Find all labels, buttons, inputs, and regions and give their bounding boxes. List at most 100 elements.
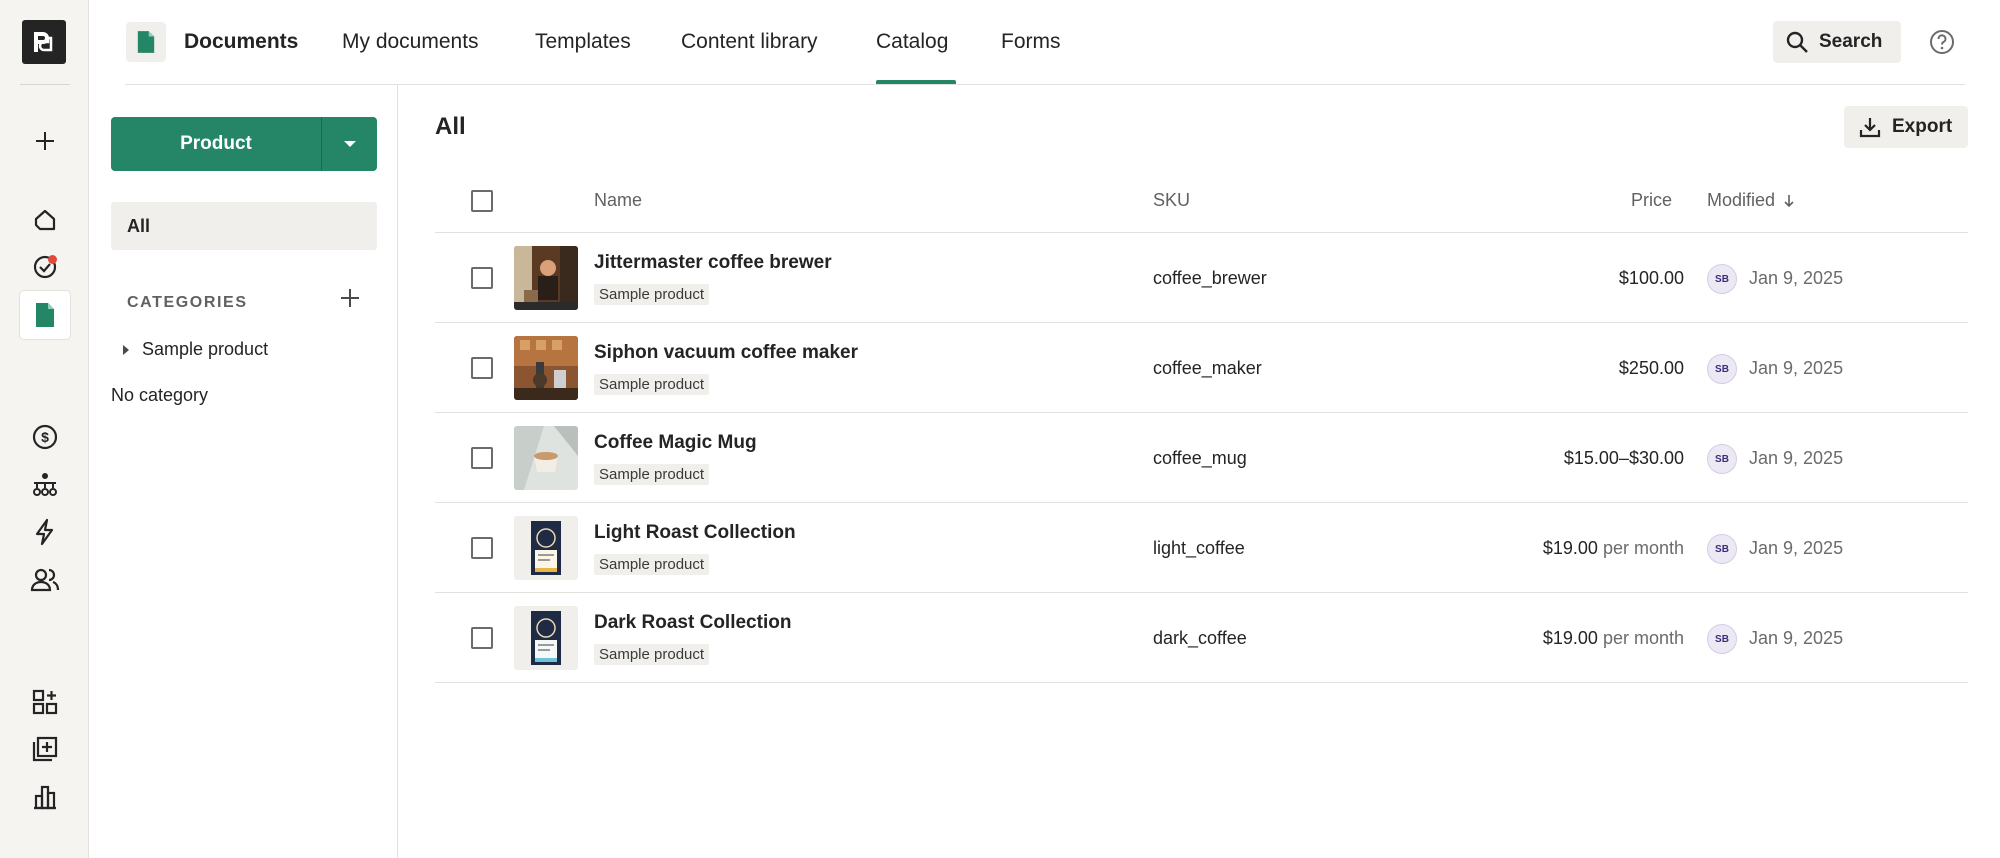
avatar: SB (1707, 444, 1737, 474)
avatar: SB (1707, 534, 1737, 564)
top-bar: Documents My documents Templates Content… (89, 0, 2000, 85)
category-none[interactable]: No category (111, 385, 208, 406)
documents-icon (36, 303, 54, 327)
price-value: $250.00 (1618, 358, 1684, 378)
product-price: $250.00 (1619, 358, 1684, 379)
page-title: All (435, 113, 466, 140)
add-library-button[interactable] (20, 725, 70, 773)
product-name[interactable]: Coffee Magic Mug (594, 432, 757, 454)
table-row[interactable]: Light Roast Collection Sample product li… (435, 503, 1968, 593)
product-table: Name SKU Price Modified Jittermaster cof… (435, 170, 1968, 683)
automation-button[interactable] (20, 508, 70, 556)
category-all[interactable]: All (111, 202, 377, 250)
top-bar-divider (125, 84, 1965, 85)
price-value: $19.00 (1542, 538, 1598, 558)
product-thumbnail (514, 246, 578, 310)
modified-date: Jan 9, 2025 (1749, 268, 1844, 288)
modified-date: Jan 9, 2025 (1749, 358, 1844, 378)
tab-catalog[interactable]: Catalog (876, 30, 948, 54)
avatar: SB (1707, 354, 1737, 384)
help-icon[interactable] (1928, 28, 1956, 61)
price-unit: per month (1602, 538, 1684, 558)
category-tag: Sample product (594, 374, 710, 395)
add-product-button[interactable]: Product (111, 117, 322, 171)
category-tag: Sample product (594, 554, 710, 575)
sort-down-icon (1784, 194, 1794, 207)
logo-icon[interactable] (22, 20, 66, 64)
table-row[interactable]: Dark Roast Collection Sample product dar… (435, 593, 1968, 683)
price-unit: per month (1602, 628, 1684, 648)
bolt-icon (35, 518, 54, 546)
row-checkbox[interactable] (471, 447, 493, 469)
product-price: $100.00 (1619, 268, 1684, 289)
product-price: $15.00–$30.00 (1564, 448, 1684, 469)
column-modified-label: Modified (1707, 190, 1776, 210)
product-sku: coffee_brewer (1153, 268, 1267, 288)
reports-button[interactable] (20, 773, 70, 821)
tab-content-library[interactable]: Content library (681, 30, 818, 54)
price-value: $19.00 (1542, 628, 1598, 648)
table-row[interactable]: Coffee Magic Mug Sample product coffee_m… (435, 413, 1968, 503)
search-button[interactable]: Search (1773, 21, 1901, 63)
product-thumbnail (514, 606, 578, 670)
workflow-button[interactable] (20, 461, 70, 509)
left-rail: $ (0, 0, 89, 858)
category-tag: Sample product (594, 464, 710, 485)
product-price: $19.00 per month (1543, 628, 1684, 649)
tab-templates[interactable]: Templates (535, 30, 631, 54)
row-checkbox[interactable] (471, 357, 493, 379)
row-checkbox[interactable] (471, 537, 493, 559)
avatar: SB (1707, 264, 1737, 294)
product-dropdown-button[interactable] (322, 117, 377, 171)
column-price[interactable]: Price (1631, 190, 1672, 211)
create-button[interactable] (20, 117, 70, 165)
product-thumbnail (514, 426, 578, 490)
tab-forms[interactable]: Forms (1001, 30, 1061, 54)
table-header: Name SKU Price Modified (435, 170, 1968, 233)
product-sku: coffee_maker (1153, 358, 1262, 378)
row-checkbox[interactable] (471, 267, 493, 289)
export-label: Export (1892, 116, 1953, 137)
caret-right-icon[interactable] (122, 344, 130, 356)
documents-button[interactable] (20, 291, 70, 339)
search-icon (1786, 31, 1808, 53)
tab-my-documents[interactable]: My documents (342, 30, 479, 54)
plus-icon (341, 289, 359, 307)
column-modified[interactable]: Modified (1707, 190, 1795, 211)
product-sku: dark_coffee (1153, 628, 1247, 648)
product-thumbnail (514, 516, 578, 580)
tasks-button[interactable] (20, 243, 70, 291)
widgets-icon (32, 689, 58, 715)
payments-button[interactable]: $ (20, 413, 70, 461)
price-value: $100.00 (1618, 268, 1684, 288)
documents-app-icon (126, 22, 166, 62)
table-row[interactable]: Jittermaster coffee brewer Sample produc… (435, 233, 1968, 323)
product-name[interactable]: Siphon vacuum coffee maker (594, 342, 858, 364)
home-icon (34, 209, 56, 231)
home-button[interactable] (20, 196, 70, 244)
download-icon (1859, 118, 1881, 138)
app-title: Documents (184, 30, 299, 53)
search-label: Search (1819, 31, 1883, 52)
product-name[interactable]: Dark Roast Collection (594, 612, 791, 634)
reports-icon (34, 785, 56, 810)
add-category-button[interactable] (338, 286, 362, 315)
caret-down-icon (343, 141, 356, 147)
modified-date: Jan 9, 2025 (1749, 448, 1844, 468)
svg-text:$: $ (41, 429, 49, 445)
contacts-button[interactable] (20, 556, 70, 604)
category-item[interactable]: Sample product (122, 339, 268, 360)
column-name[interactable]: Name (594, 190, 642, 211)
column-sku[interactable]: SKU (1153, 190, 1190, 211)
product-name[interactable]: Light Roast Collection (594, 522, 796, 544)
product-name[interactable]: Jittermaster coffee brewer (594, 252, 832, 274)
widgets-button[interactable] (20, 678, 70, 726)
avatar: SB (1707, 624, 1737, 654)
category-tag: Sample product (594, 644, 710, 665)
select-all-checkbox[interactable] (471, 190, 493, 212)
export-button[interactable]: Export (1844, 106, 1968, 148)
table-row[interactable]: Siphon vacuum coffee maker Sample produc… (435, 323, 1968, 413)
row-checkbox[interactable] (471, 627, 493, 649)
workflow-icon (33, 473, 57, 496)
rail-divider (20, 84, 70, 85)
